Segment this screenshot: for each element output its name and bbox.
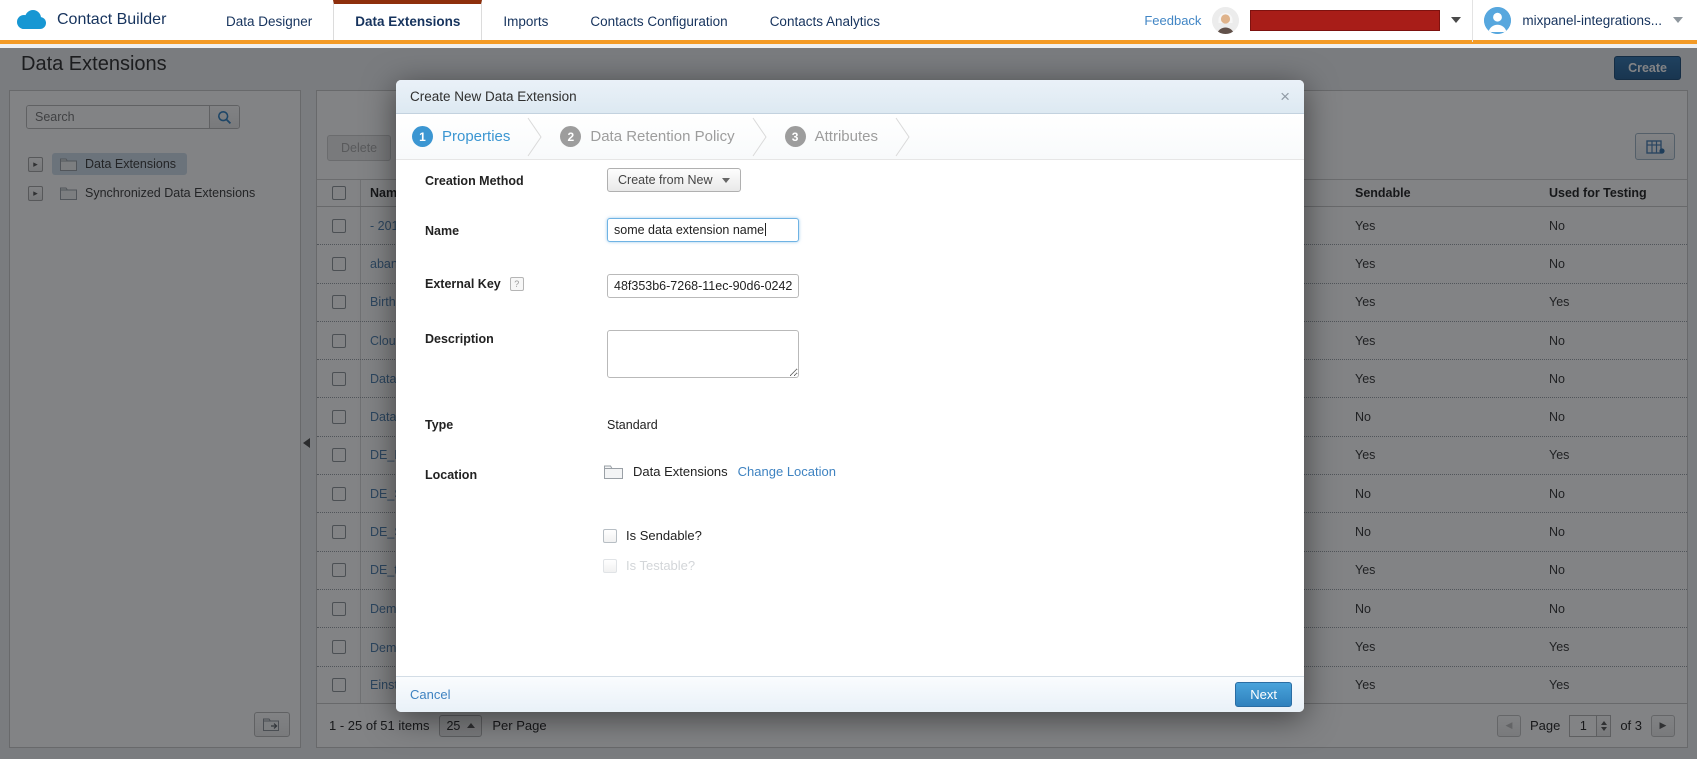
chevron-down-icon[interactable] — [1673, 17, 1683, 23]
modal-body: Creation Method Create from New Name som… — [396, 160, 1304, 676]
location-label: Location — [425, 468, 477, 482]
external-key-input[interactable] — [607, 274, 799, 298]
creation-method-dropdown[interactable]: Create from New — [607, 168, 741, 192]
step-number: 2 — [560, 126, 581, 147]
is-testable-checkbox — [603, 559, 617, 573]
type-value: Standard — [607, 418, 658, 432]
creation-method-value: Create from New — [618, 173, 712, 187]
nav-tab[interactable]: Contacts Analytics — [749, 0, 901, 40]
chevron-down-icon — [722, 178, 730, 183]
help-icon[interactable]: ? — [510, 277, 524, 291]
account-name[interactable]: mixpanel-integrations... — [1522, 13, 1662, 28]
location-row: Data Extensions Change Location — [604, 464, 836, 479]
step-chevron-icon — [750, 115, 770, 159]
nav-divider — [1472, 0, 1473, 42]
description-textarea[interactable] — [607, 330, 799, 378]
top-nav: Contact Builder Data Designer Data Exten… — [0, 0, 1697, 44]
nav-tabs: Data Designer Data Extensions Imports Co… — [205, 0, 901, 40]
type-label: Type — [425, 418, 453, 432]
wizard-step[interactable]: 2 Data Retention Policy — [560, 126, 734, 147]
modal-title: Create New Data Extension — [410, 89, 577, 104]
app-title: Contact Builder — [57, 11, 166, 29]
is-testable-row: Is Testable? — [603, 558, 695, 573]
external-key-label: External Key ? — [425, 277, 524, 291]
wizard-step[interactable]: 3 Attributes — [785, 126, 878, 147]
create-data-extension-modal: Create New Data Extension × 1 Properties… — [396, 80, 1304, 712]
is-sendable-label: Is Sendable? — [626, 528, 702, 543]
step-number: 1 — [412, 126, 433, 147]
modal-header: Create New Data Extension × — [396, 80, 1304, 114]
cancel-link[interactable]: Cancel — [410, 687, 450, 702]
creation-method-label: Creation Method — [425, 174, 524, 188]
name-label: Name — [425, 224, 459, 238]
close-icon[interactable]: × — [1280, 88, 1290, 105]
is-testable-label: Is Testable? — [626, 558, 695, 573]
step-label: Data Retention Policy — [590, 128, 734, 145]
wizard-step[interactable]: 1 Properties — [412, 126, 510, 147]
chevron-down-icon[interactable] — [1451, 17, 1461, 23]
step-label: Attributes — [815, 128, 878, 145]
nav-tab[interactable]: Data Extensions — [333, 0, 482, 40]
nav-right: Feedback mixpanel-integrations.. — [1144, 0, 1697, 40]
is-sendable-checkbox[interactable] — [603, 529, 617, 543]
is-sendable-row: Is Sendable? — [603, 528, 702, 543]
description-label: Description — [425, 332, 494, 346]
name-value: some data extension name — [614, 223, 764, 237]
brand: Contact Builder — [0, 0, 205, 40]
user-avatar-icon — [1484, 7, 1511, 34]
location-value: Data Extensions — [633, 464, 728, 479]
next-button[interactable]: Next — [1235, 682, 1292, 707]
folder-icon — [604, 465, 623, 479]
einstein-avatar — [1212, 7, 1239, 34]
step-number: 3 — [785, 126, 806, 147]
modal-footer: Cancel Next — [396, 676, 1304, 712]
nav-tab[interactable]: Data Designer — [205, 0, 333, 40]
app-root: Contact Builder Data Designer Data Exten… — [0, 0, 1697, 759]
change-location-link[interactable]: Change Location — [738, 464, 836, 479]
wizard-steps: 1 Properties 2 Data Retention Policy 3 A… — [396, 114, 1304, 160]
nav-tab[interactable]: Imports — [482, 0, 569, 40]
redacted-account-block[interactable] — [1250, 10, 1440, 31]
step-label: Properties — [442, 128, 510, 145]
step-chevron-icon — [525, 115, 545, 159]
step-chevron-icon — [893, 115, 913, 159]
nav-tab[interactable]: Contacts Configuration — [569, 0, 748, 40]
name-input[interactable]: some data extension name — [607, 218, 799, 242]
text-cursor — [765, 223, 766, 236]
feedback-link[interactable]: Feedback — [1144, 13, 1201, 28]
cloud-logo-icon — [14, 9, 48, 31]
